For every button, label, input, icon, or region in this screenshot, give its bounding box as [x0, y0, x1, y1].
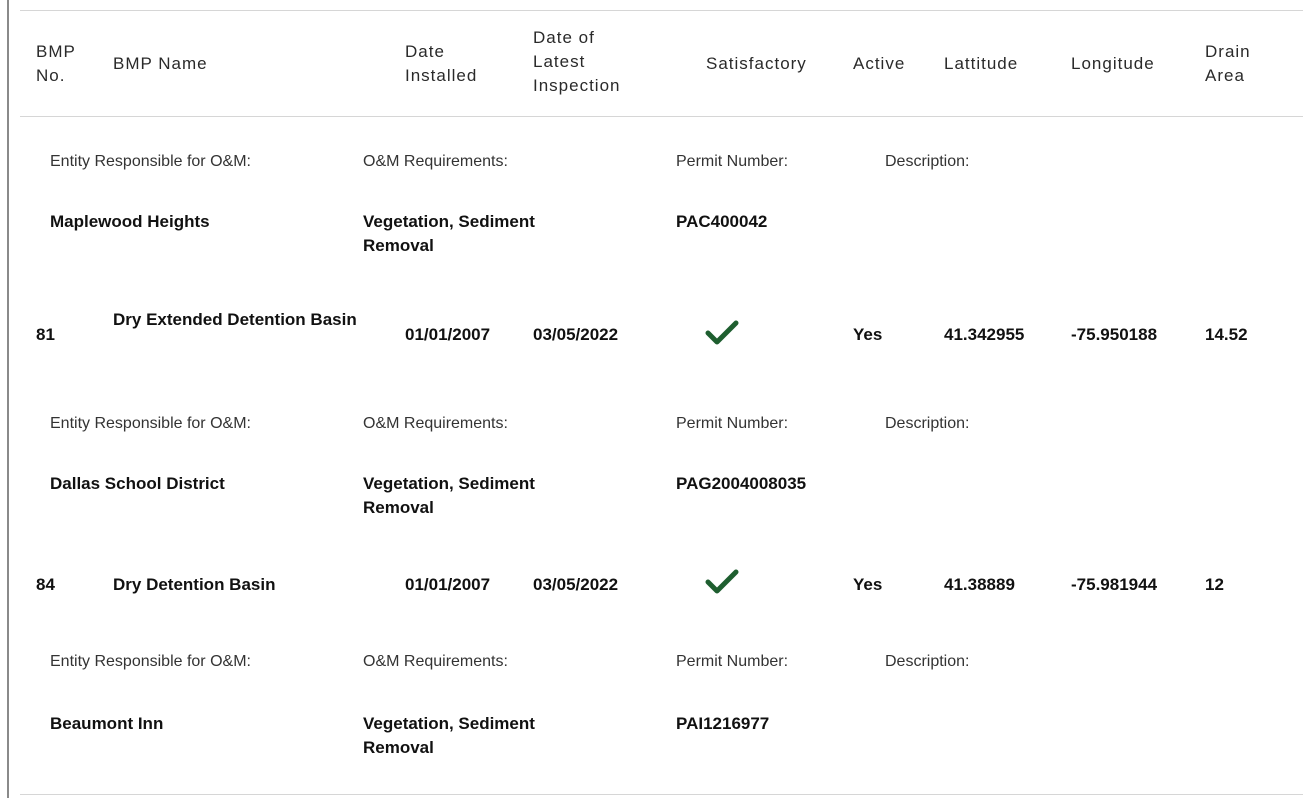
permit-label: Permit Number: — [676, 653, 789, 670]
date-inspection-cell: 03/05/2022 — [533, 575, 619, 594]
requirements-label: O&M Requirements: — [363, 653, 508, 670]
requirements-value: Vegetation, Sediment Removal — [363, 212, 535, 255]
date-installed-cell: 01/01/2007 — [405, 325, 491, 344]
bmp-name-cell: Dry Extended Detention Basin — [113, 310, 357, 329]
header-divider — [20, 116, 1303, 117]
header-date-latest-inspection: Date of Latest Inspection — [533, 28, 621, 95]
active-cell: Yes — [853, 575, 883, 594]
bmp-table-page: BMP No. BMP Name Date Installed Date of … — [0, 0, 1307, 798]
header-drain-area: Drain Area — [1205, 42, 1251, 85]
longitude-cell: -75.950188 — [1071, 325, 1158, 344]
date-inspection-cell: 03/05/2022 — [533, 325, 619, 344]
bmp-no-cell: 81 — [36, 325, 55, 344]
bottom-divider — [20, 794, 1303, 795]
entity-label: Entity Responsible for O&M: — [50, 415, 251, 432]
header-date-installed: Date Installed — [405, 42, 478, 85]
permit-label: Permit Number: — [676, 153, 789, 170]
description-label: Description: — [885, 653, 970, 670]
header-bmp-name: BMP Name — [113, 54, 208, 73]
header-bmp-no: BMP No. — [36, 42, 76, 85]
entity-label: Entity Responsible for O&M: — [50, 653, 251, 670]
top-divider — [20, 10, 1303, 11]
requirements-value: Vegetation, Sediment Removal — [363, 714, 535, 757]
description-label: Description: — [885, 153, 970, 170]
permit-label: Permit Number: — [676, 415, 789, 432]
description-label: Description: — [885, 415, 970, 432]
active-cell: Yes — [853, 325, 883, 344]
requirements-label: O&M Requirements: — [363, 153, 508, 170]
entity-value: Maplewood Heights — [50, 212, 210, 231]
left-border — [7, 0, 9, 798]
requirements-label: O&M Requirements: — [363, 415, 508, 432]
drain-area-cell: 14.52 — [1205, 325, 1248, 344]
checkmark-icon — [705, 569, 739, 594]
permit-value: PAC400042 — [676, 212, 768, 231]
header-longitude: Longitude — [1071, 54, 1155, 73]
header-latitude: Lattitude — [944, 54, 1019, 73]
longitude-cell: -75.981944 — [1071, 575, 1158, 594]
latitude-cell: 41.342955 — [944, 325, 1025, 344]
requirements-value: Vegetation, Sediment Removal — [363, 474, 535, 517]
header-satisfactory: Satisfactory — [706, 54, 807, 73]
entity-value: Dallas School District — [50, 474, 225, 493]
date-installed-cell: 01/01/2007 — [405, 575, 491, 594]
bmp-name-cell: Dry Detention Basin — [113, 575, 276, 594]
drain-area-cell: 12 — [1205, 575, 1224, 594]
header-active: Active — [853, 54, 906, 73]
entity-value: Beaumont Inn — [50, 714, 164, 733]
entity-label: Entity Responsible for O&M: — [50, 153, 251, 170]
bmp-no-cell: 84 — [36, 575, 55, 594]
permit-value: PAI1216977 — [676, 714, 770, 733]
permit-value: PAG2004008035 — [676, 474, 807, 493]
checkmark-icon — [705, 320, 739, 345]
latitude-cell: 41.38889 — [944, 575, 1015, 594]
